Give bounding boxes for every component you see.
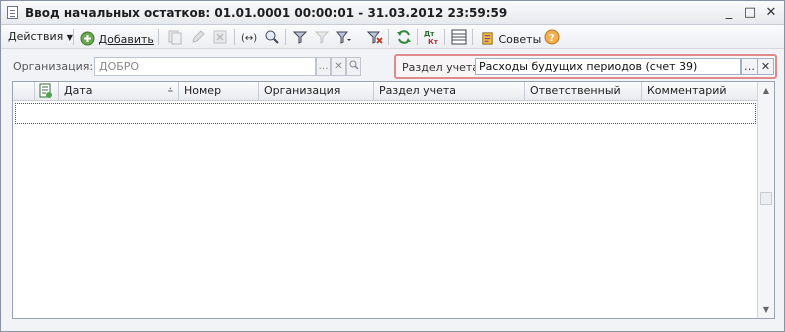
column-header-status[interactable] <box>35 82 59 101</box>
clear-filter-icon[interactable] <box>367 29 383 45</box>
separator <box>444 29 445 45</box>
scroll-up-button[interactable]: ▲ <box>758 82 774 99</box>
organization-clear-button[interactable]: ✕ <box>331 57 346 76</box>
filter-list-icon[interactable] <box>335 29 351 45</box>
set-interval-icon[interactable]: (↔) <box>241 29 257 45</box>
separator <box>417 29 418 45</box>
filter-icon[interactable] <box>292 29 308 45</box>
edit-icon[interactable] <box>190 29 206 45</box>
svg-text:(↔): (↔) <box>241 33 257 44</box>
copy-icon[interactable] <box>167 29 183 45</box>
separator <box>158 29 159 45</box>
actions-menu-button[interactable]: Действия ▼ <box>8 28 73 46</box>
scroll-thumb[interactable] <box>760 192 772 205</box>
column-header-icon[interactable] <box>13 82 35 101</box>
table-row[interactable] <box>15 103 756 124</box>
list-settings-icon[interactable] <box>451 29 467 45</box>
search-icon <box>349 60 359 70</box>
minimize-button[interactable]: _ <box>721 5 737 21</box>
actions-label: Действия <box>8 30 64 43</box>
separator <box>234 29 235 45</box>
organization-search-button[interactable] <box>346 57 361 76</box>
column-header-date[interactable]: Дата ⩮ <box>59 82 179 101</box>
add-button[interactable]: Добавить <box>80 28 154 46</box>
maximize-button[interactable]: □ <box>742 5 758 21</box>
vertical-scrollbar[interactable]: ▲ ▼ <box>757 82 774 318</box>
close-window-button[interactable]: ✕ <box>763 5 779 21</box>
separator <box>388 29 389 45</box>
toolbar: Действия ▼ Добавить (↔) Дт Кт Советы ? <box>1 25 784 49</box>
help-icon[interactable]: ? <box>544 29 560 45</box>
separator <box>73 29 74 45</box>
svg-text:?: ? <box>549 33 555 44</box>
separator <box>285 29 286 45</box>
column-header-responsible[interactable]: Ответственный <box>525 82 642 101</box>
document-icon <box>7 6 18 19</box>
tips-label: Советы <box>498 33 542 46</box>
section-label: Раздел учета: <box>402 61 483 74</box>
dt-kt-icon[interactable]: Дт Кт <box>423 29 439 45</box>
organization-select-button[interactable]: … <box>316 57 331 76</box>
refresh-icon[interactable] <box>396 29 412 45</box>
filter-value-icon[interactable] <box>314 29 330 45</box>
section-filter: Раздел учета: Расходы будущих периодов (… <box>394 54 777 79</box>
column-header-number[interactable]: Номер <box>179 82 259 101</box>
separator <box>472 29 473 45</box>
svg-text:Дт: Дт <box>424 30 435 38</box>
document-status-icon <box>39 83 52 98</box>
tips-icon <box>482 32 493 45</box>
organization-input[interactable]: ДОБРО <box>94 57 316 76</box>
chevron-down-icon: ▼ <box>66 33 73 42</box>
title-bar: Ввод начальных остатков: 01.01.0001 00:0… <box>1 1 784 25</box>
main-window: Ввод начальных остатков: 01.01.0001 00:0… <box>0 0 785 332</box>
organization-label: Организация: <box>13 60 94 73</box>
column-header-comment[interactable]: Комментарий <box>642 82 757 101</box>
section-select-button[interactable]: … <box>741 58 758 75</box>
add-icon <box>80 31 95 46</box>
table-header: Дата ⩮ Номер Организация Раздел учета От… <box>13 82 757 101</box>
tips-button[interactable]: Советы <box>480 28 541 46</box>
documents-table[interactable]: Дата ⩮ Номер Организация Раздел учета От… <box>12 81 775 319</box>
section-clear-button[interactable]: ✕ <box>757 58 774 75</box>
scroll-down-button[interactable]: ▼ <box>758 301 774 318</box>
window-title: Ввод начальных остатков: 01.01.0001 00:0… <box>25 6 508 20</box>
column-header-section[interactable]: Раздел учета <box>374 82 525 101</box>
svg-text:Кт: Кт <box>428 38 439 45</box>
column-header-organization[interactable]: Организация <box>259 82 374 101</box>
search-icon[interactable] <box>264 29 280 45</box>
sort-ascending-icon: ⩮ <box>167 86 173 96</box>
add-label: Добавить <box>98 33 154 46</box>
section-input[interactable]: Расходы будущих периодов (счет 39) <box>475 58 741 75</box>
delete-icon[interactable] <box>212 29 228 45</box>
